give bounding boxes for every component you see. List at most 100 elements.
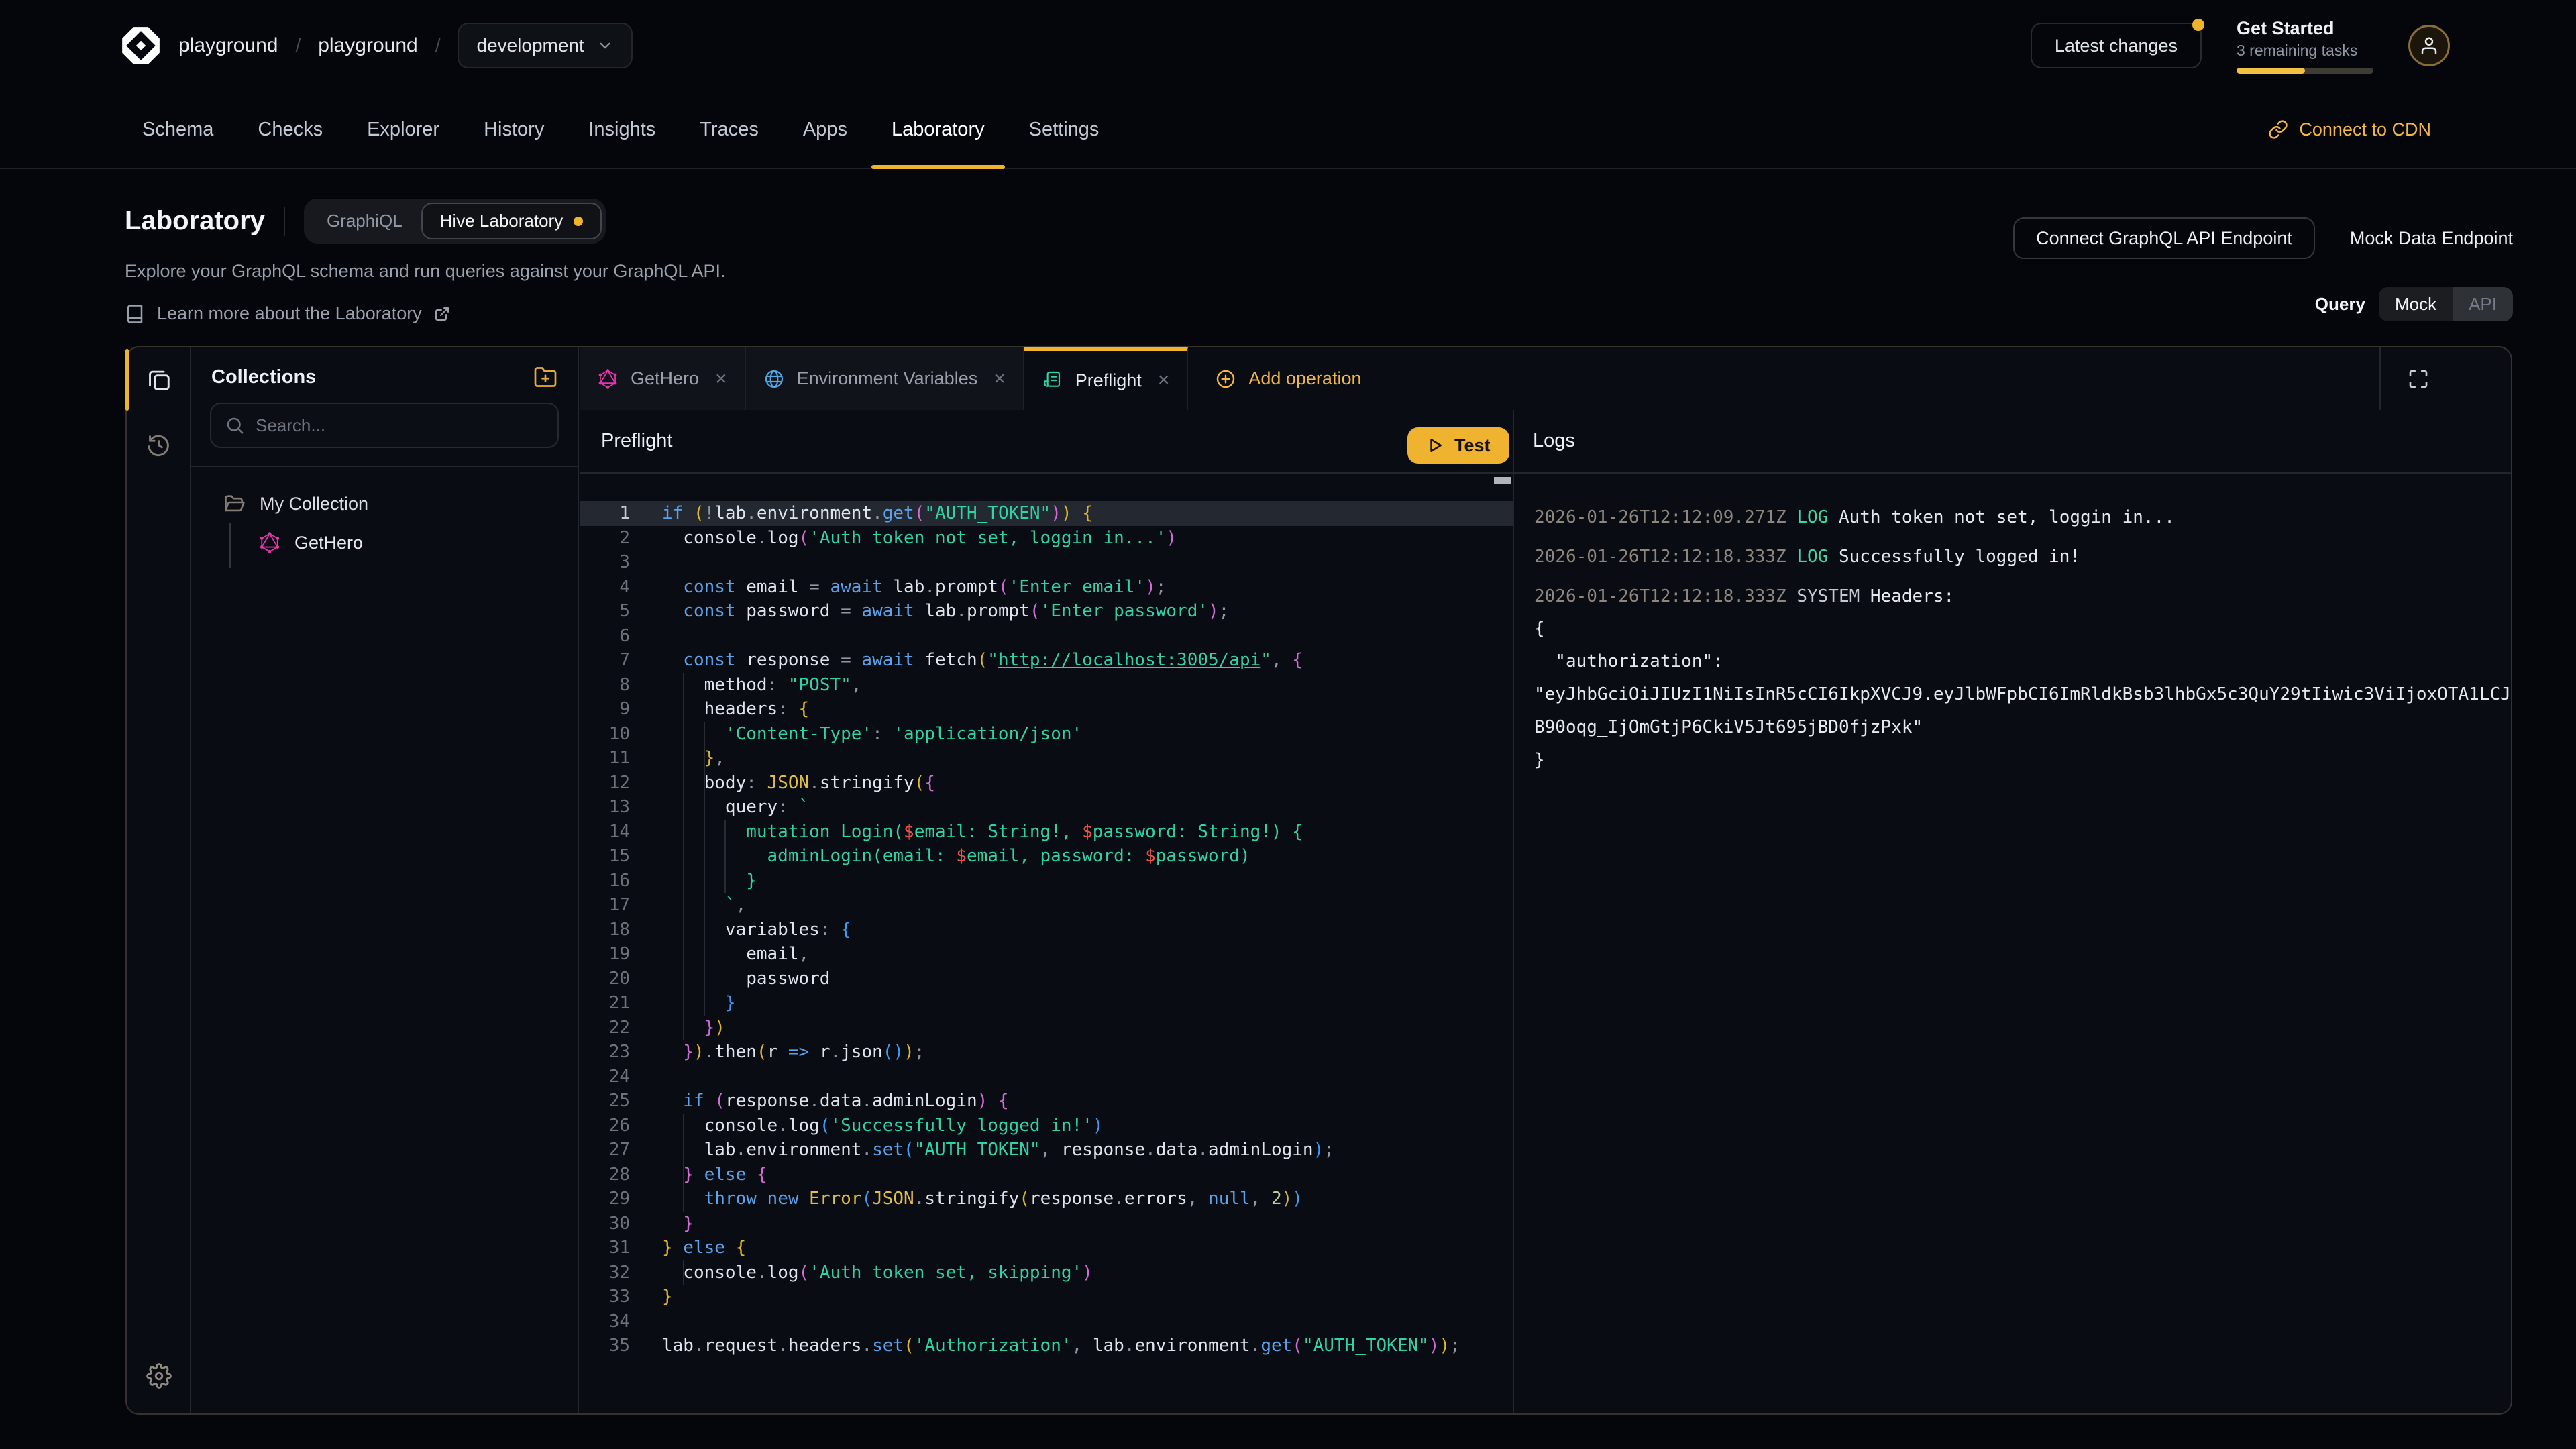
line-number: 29 xyxy=(580,1187,662,1212)
line-number: 18 xyxy=(580,918,662,943)
nav-item-history[interactable]: History xyxy=(484,91,544,168)
test-button[interactable]: Test xyxy=(1407,427,1509,464)
code-line: 28 } else { xyxy=(580,1163,1513,1187)
line-number: 26 xyxy=(580,1114,662,1138)
line-number: 14 xyxy=(580,820,662,845)
code-line: 31} else { xyxy=(580,1236,1513,1260)
nav-item-insights[interactable]: Insights xyxy=(588,91,655,168)
target-selector-value: development xyxy=(476,35,584,56)
main-nav: Schema Checks Explorer History Insights Trace… xyxy=(0,91,2576,169)
link-icon xyxy=(2268,119,2288,140)
nav-item-apps[interactable]: Apps xyxy=(803,91,847,168)
query-mode-mock[interactable]: Mock xyxy=(2379,287,2453,321)
editor-subheader: Preflight Test Logs xyxy=(580,410,2511,474)
log-message: Successfully logged in! xyxy=(1839,547,2080,567)
get-started-subtitle: 3 remaining tasks xyxy=(2237,42,2373,60)
code-line: 16 } xyxy=(580,869,1513,894)
collection-folder-row[interactable]: My Collection xyxy=(191,484,578,523)
line-number: 34 xyxy=(580,1309,662,1334)
globe-icon xyxy=(763,368,785,390)
breadcrumb-org[interactable]: playground xyxy=(178,34,278,57)
nav-item-traces[interactable]: Traces xyxy=(700,91,759,168)
code-line: 9 headers: { xyxy=(580,697,1513,722)
close-tab-icon[interactable]: × xyxy=(715,368,727,390)
user-avatar[interactable] xyxy=(2408,25,2450,66)
code-line: 11 }, xyxy=(580,746,1513,771)
history-rail-button[interactable] xyxy=(127,413,191,478)
code-line: 27 lab.environment.set("AUTH_TOKEN", res… xyxy=(580,1138,1513,1163)
mock-endpoint-button[interactable]: Mock Data Endpoint xyxy=(2350,228,2513,249)
log-message-line: "authorization": xyxy=(1534,645,2510,678)
editor-scrollbar-thumb[interactable] xyxy=(1494,477,1511,484)
close-tab-icon[interactable]: × xyxy=(994,368,1006,390)
nav-item-laboratory[interactable]: Laboratory xyxy=(892,91,985,168)
nav-item-checks[interactable]: Checks xyxy=(258,91,323,168)
get-started-progressbar xyxy=(2237,68,2373,74)
tab-environment-variables[interactable]: Environment Variables× xyxy=(746,347,1024,410)
code-line: 29 throw new Error(JSON.stringify(respon… xyxy=(580,1187,1513,1212)
new-collection-icon[interactable] xyxy=(533,365,557,389)
learn-more-link[interactable]: Learn more about the Laboratory xyxy=(125,303,725,324)
code-line: 5 const password = await lab.prompt('Ent… xyxy=(580,599,1513,624)
operation-label: GetHero xyxy=(294,533,363,553)
code-line: 19 email, xyxy=(580,942,1513,967)
breadcrumb-project[interactable]: playground xyxy=(318,34,417,57)
settings-rail-button[interactable] xyxy=(127,1349,191,1403)
log-level: LOG xyxy=(1786,507,1839,527)
mode-hive-laboratory[interactable]: Hive Laboratory xyxy=(421,203,602,239)
tab-label: Preflight xyxy=(1075,370,1142,391)
query-mode-api[interactable]: API xyxy=(2453,287,2513,321)
preflight-code-editor[interactable]: 1if (!lab.environment.get("AUTH_TOKEN"))… xyxy=(580,474,1513,1412)
external-link-icon xyxy=(434,306,450,322)
code-line: 24 xyxy=(580,1065,1513,1089)
nav-item-schema[interactable]: Schema xyxy=(142,91,213,168)
test-button-label: Test xyxy=(1454,435,1491,456)
code-line: 26 console.log('Successfully logged in!'… xyxy=(580,1114,1513,1138)
line-number: 1 xyxy=(580,501,662,526)
code-line: 32 console.log('Auth token set, skipping… xyxy=(580,1260,1513,1285)
chevron-down-icon xyxy=(596,37,614,54)
log-message-line: B90oqg_IjOmGtjP6CkiV5Jt695jBD0fjzPxk" xyxy=(1534,711,2510,744)
latest-changes-button[interactable]: Latest changes xyxy=(2031,23,2202,68)
connect-to-cdn-label: Connect to CDN xyxy=(2299,119,2431,140)
collections-title: Collections xyxy=(211,366,316,388)
line-number: 7 xyxy=(580,648,662,673)
log-message: Auth token not set, loggin in... xyxy=(1839,507,2175,527)
nav-item-explorer[interactable]: Explorer xyxy=(367,91,439,168)
active-rail-indicator xyxy=(125,349,129,411)
line-number: 31 xyxy=(580,1236,662,1260)
top-bar-right: Latest changes Get Started 3 remaining t… xyxy=(2031,18,2450,74)
line-number: 35 xyxy=(580,1334,662,1358)
line-number: 3 xyxy=(580,550,662,575)
code-line: 34 xyxy=(580,1309,1513,1334)
connect-to-cdn-link[interactable]: Connect to CDN xyxy=(2268,119,2431,140)
target-selector[interactable]: development xyxy=(458,23,632,68)
line-number: 5 xyxy=(580,599,662,624)
get-started-widget[interactable]: Get Started 3 remaining tasks xyxy=(2237,18,2373,74)
tab-preflight[interactable]: Preflight × xyxy=(1024,347,1189,410)
operation-row-gethero[interactable]: GetHero xyxy=(191,523,578,562)
connect-endpoint-button[interactable]: Connect GraphQL API Endpoint xyxy=(2013,217,2315,259)
page-title: Laboratory xyxy=(125,206,265,236)
nav-item-settings[interactable]: Settings xyxy=(1029,91,1099,168)
line-number: 6 xyxy=(580,624,662,649)
line-number: 21 xyxy=(580,991,662,1016)
collections-rail-button[interactable] xyxy=(127,347,191,412)
search-input[interactable] xyxy=(256,415,544,436)
collections-tree: My Collection GetHero xyxy=(191,467,578,562)
mode-graphiql[interactable]: GraphiQL xyxy=(308,203,421,239)
indent-guide xyxy=(704,722,705,1016)
mode-hive-laboratory-label: Hive Laboratory xyxy=(440,211,564,231)
query-mode-toggle: Mock API xyxy=(2379,287,2513,321)
log-entry: 2026-01-26T12:12:18.333Z SYSTEM Headers:… xyxy=(1534,580,2510,777)
close-tab-icon[interactable]: × xyxy=(1158,369,1170,392)
tab-gethero[interactable]: GetHero× xyxy=(580,347,746,410)
log-message-line: { xyxy=(1534,612,2510,645)
indent-guide xyxy=(683,1114,684,1212)
line-number: 32 xyxy=(580,1260,662,1285)
add-operation-button[interactable]: Add operation xyxy=(1188,347,1388,410)
add-operation-label: Add operation xyxy=(1248,368,1361,389)
top-bar: playground / playground / development La… xyxy=(0,0,2576,91)
log-timestamp: 2026-01-26T12:12:18.333Z xyxy=(1534,586,1786,606)
fullscreen-icon[interactable] xyxy=(2408,368,2429,390)
